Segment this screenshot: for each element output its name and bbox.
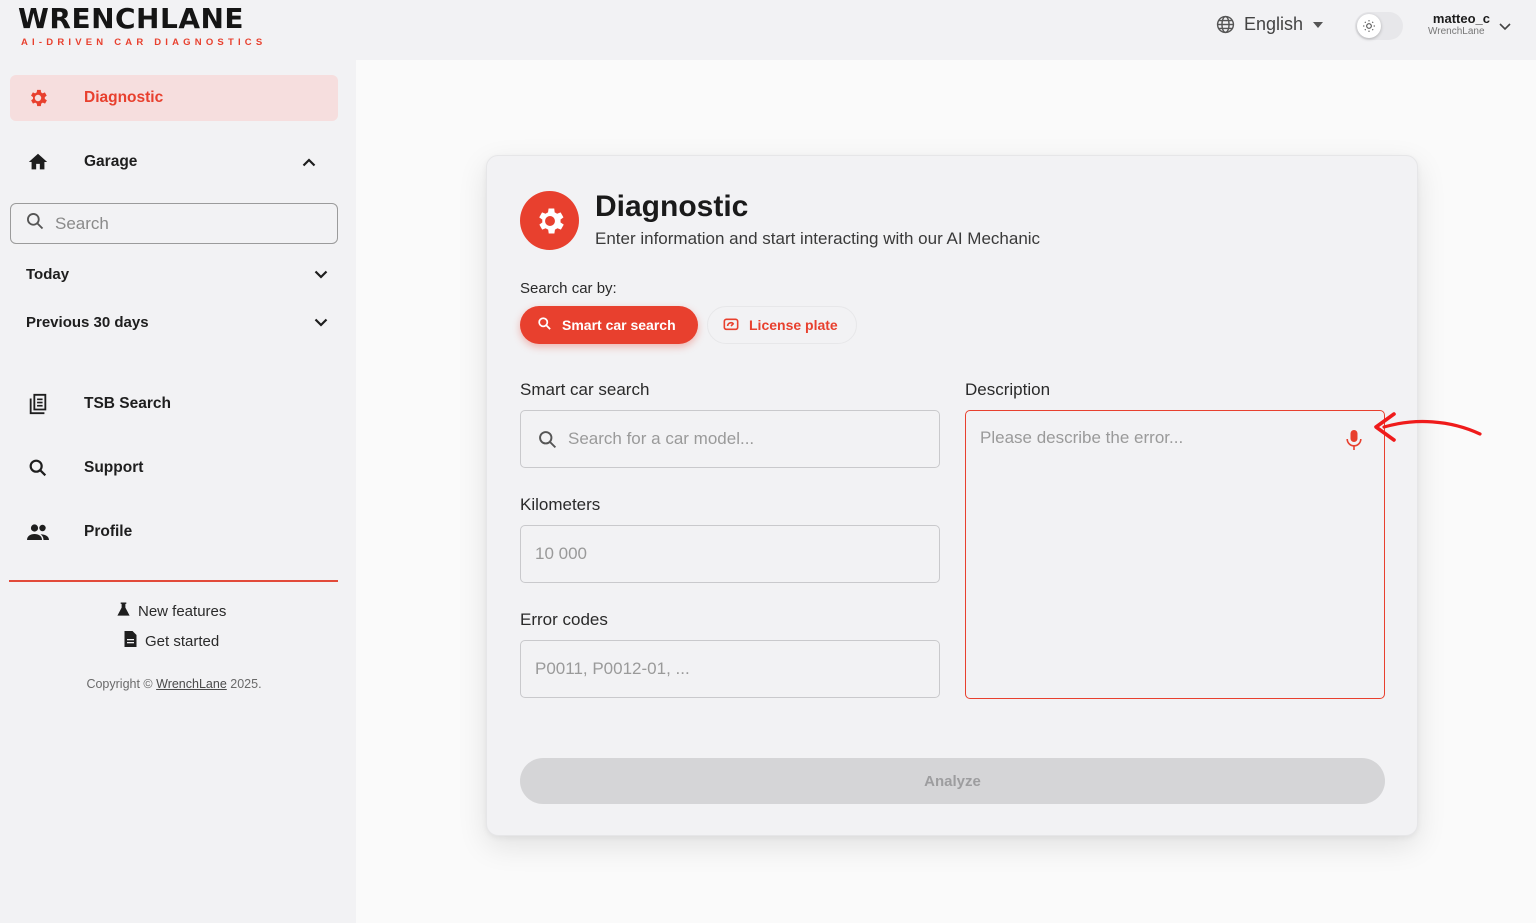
sidebar-item-label: Support <box>84 459 144 476</box>
chevron-down-icon[interactable] <box>314 266 328 283</box>
sidebar-item-diagnostic[interactable]: Diagnostic <box>10 75 338 121</box>
copyright: Copyright © WrenchLane 2025. <box>0 677 348 691</box>
garage-search-input[interactable] <box>55 213 315 234</box>
analyze-button[interactable]: Analyze <box>520 758 1385 804</box>
footer-link-label: Get started <box>145 632 220 650</box>
kilometers-field[interactable] <box>520 525 940 583</box>
new-features-link[interactable]: New features <box>116 601 226 621</box>
get-started-link[interactable]: Get started <box>123 630 219 652</box>
sidebar-item-label: Diagnostic <box>84 89 164 106</box>
description-field[interactable] <box>965 410 1385 699</box>
chevron-down-icon[interactable] <box>1499 18 1511 36</box>
sidebar-item-profile[interactable]: Profile <box>10 509 338 555</box>
chevron-up-icon[interactable] <box>302 154 316 172</box>
brand-name: WRENCHLANE <box>18 2 245 35</box>
flask-icon <box>116 601 131 621</box>
document-list-icon <box>26 392 50 416</box>
error-codes-input[interactable] <box>535 659 939 679</box>
gauge-icon <box>723 317 739 334</box>
car-model-search-input[interactable] <box>568 429 939 449</box>
sidebar-divider <box>9 580 338 582</box>
sidebar-item-tsb-search[interactable]: TSB Search <box>10 381 338 427</box>
search-icon <box>537 429 558 450</box>
brand-tagline: AI-DRIVEN CAR DIAGNOSTICS <box>21 37 267 48</box>
caret-down-icon <box>1312 21 1324 29</box>
copyright-suffix: 2025. <box>230 677 262 691</box>
people-icon <box>26 520 50 544</box>
sidebar: Diagnostic Garage Today Previous 30 days <box>0 60 356 923</box>
sidebar-item-garage[interactable]: Garage <box>10 139 338 185</box>
sun-icon <box>1357 14 1381 38</box>
garage-search-field[interactable] <box>10 203 338 244</box>
language-selector[interactable]: English <box>1216 14 1324 35</box>
description-textarea[interactable] <box>980 428 1340 678</box>
group-previous-30-days[interactable]: Previous 30 days <box>26 314 328 331</box>
tab-label: License plate <box>749 317 838 333</box>
annotation-arrow-icon <box>1374 412 1482 442</box>
kilometers-input[interactable] <box>535 544 939 564</box>
description-label: Description <box>965 380 1051 399</box>
copyright-link[interactable]: WrenchLane <box>156 677 227 691</box>
search-icon <box>537 316 552 334</box>
top-bar: WRENCHLANE AI-DRIVEN CAR DIAGNOSTICS Eng… <box>0 0 1536 60</box>
user-org: WrenchLane <box>1428 26 1485 37</box>
home-icon <box>26 150 50 174</box>
search-by-label: Search car by: <box>520 280 617 297</box>
gear-icon <box>26 86 50 110</box>
search-icon <box>26 456 50 480</box>
footer-link-label: New features <box>138 602 227 620</box>
globe-icon <box>1216 15 1235 34</box>
gear-icon <box>520 191 579 250</box>
brand-logo[interactable]: WRENCHLANE AI-DRIVEN CAR DIAGNOSTICS <box>18 2 267 49</box>
error-codes-field[interactable] <box>520 640 940 698</box>
page-title: Diagnostic <box>595 190 749 223</box>
tab-label: Smart car search <box>562 317 676 333</box>
user-menu[interactable]: matteo_c WrenchLane <box>1428 12 1490 37</box>
sidebar-item-label: Profile <box>84 523 133 540</box>
microphone-icon[interactable] <box>1346 429 1362 456</box>
theme-toggle[interactable] <box>1355 12 1403 40</box>
car-model-search-field[interactable] <box>520 410 940 468</box>
user-name: matteo_c <box>1432 11 1490 26</box>
diagnostic-card: Diagnostic Enter information and start i… <box>486 155 1418 836</box>
sidebar-item-label: TSB Search <box>84 395 172 412</box>
sidebar-item-label: Garage <box>84 153 138 170</box>
file-icon <box>123 630 138 652</box>
language-label: English <box>1244 14 1304 34</box>
group-label: Previous 30 days <box>26 314 149 331</box>
sidebar-item-support[interactable]: Support <box>10 445 338 491</box>
error-codes-label: Error codes <box>520 610 608 629</box>
chevron-down-icon[interactable] <box>314 314 328 331</box>
group-label: Today <box>26 266 70 283</box>
page-subtitle: Enter information and start interacting … <box>595 229 1041 248</box>
copyright-prefix: Copyright © <box>86 677 153 691</box>
search-icon <box>25 211 45 236</box>
smart-search-label: Smart car search <box>520 380 650 399</box>
tab-smart-car-search[interactable]: Smart car search <box>520 306 698 344</box>
tab-license-plate[interactable]: License plate <box>707 306 857 344</box>
group-today[interactable]: Today <box>26 266 328 283</box>
kilometers-label: Kilometers <box>520 495 601 514</box>
